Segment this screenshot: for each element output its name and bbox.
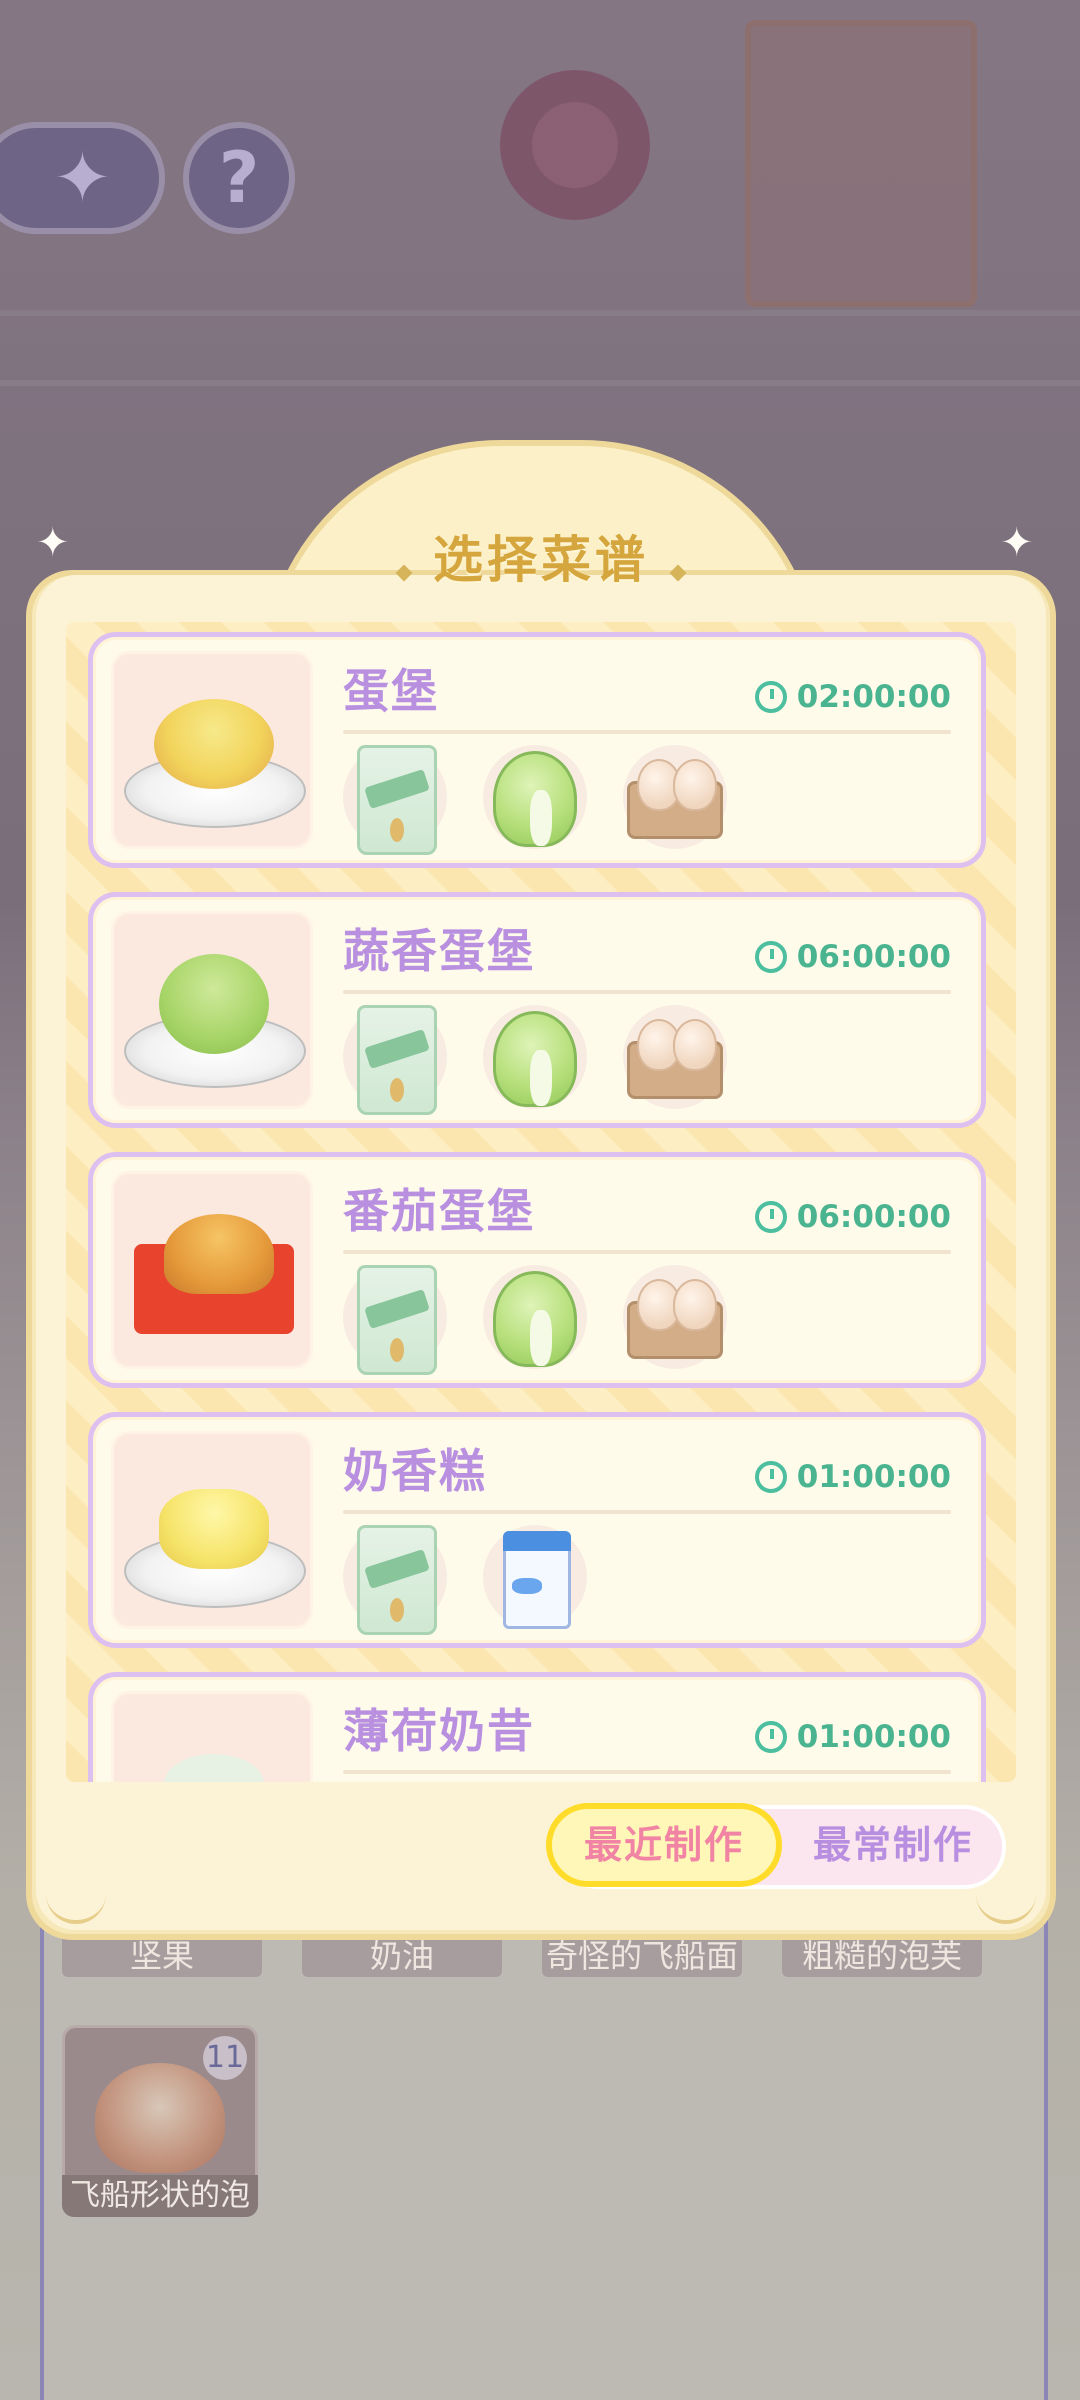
flour-icon xyxy=(343,1525,447,1635)
eggs-icon xyxy=(623,1265,727,1369)
recipe-time: 06:00:00 xyxy=(796,1199,951,1235)
ingredient-list xyxy=(343,745,763,855)
flour-icon xyxy=(343,745,447,855)
cabbage-icon xyxy=(483,745,587,849)
eggs-icon xyxy=(623,745,727,849)
recipe-card[interactable]: 蛋堡 02:00:00 xyxy=(88,632,986,868)
recipe-name: 番茄蛋堡 xyxy=(343,1184,535,1238)
milk-icon xyxy=(483,1525,587,1629)
recipe-time: 02:00:00 xyxy=(796,679,951,715)
clock-icon xyxy=(754,681,787,713)
question-mark-icon: ? xyxy=(218,137,260,219)
wall-line xyxy=(0,310,1080,316)
cream-puff-icon xyxy=(95,2063,225,2173)
help-button[interactable]: ? xyxy=(183,122,295,234)
recipe-card[interactable]: 番茄蛋堡 06:00:00 xyxy=(88,1152,986,1388)
veggie-burger-icon xyxy=(159,954,269,1054)
recipe-card[interactable]: 奶香糕 01:00:00 xyxy=(88,1412,986,1648)
recipe-timer: 01:00:00 xyxy=(754,1719,951,1755)
inventory-label: 奇怪的飞船面 xyxy=(542,1935,742,1977)
cabbage-icon xyxy=(483,1005,587,1109)
recipe-name: 薄荷奶昔 xyxy=(343,1704,535,1758)
recipe-timer: 02:00:00 xyxy=(754,679,951,715)
wall-medal-decoration xyxy=(500,70,650,220)
ingredient-list xyxy=(343,1265,763,1375)
wall-frame-decoration xyxy=(745,20,977,307)
ingredient-list xyxy=(343,1005,763,1115)
dialog-title: 选择菜谱 xyxy=(433,531,649,589)
recipe-time: 01:00:00 xyxy=(796,1459,951,1495)
sort-tab-bar: 最近制作 最常制作 xyxy=(546,1803,1006,1889)
compass-button[interactable]: ✦ xyxy=(0,122,165,234)
recipe-card[interactable]: 蔬香蛋堡 06:00:00 xyxy=(88,892,986,1128)
recipe-thumbnail xyxy=(111,911,313,1109)
inventory-label: 坚果 xyxy=(62,1935,262,1977)
milk-cake-icon xyxy=(159,1489,269,1569)
card-divider xyxy=(343,1510,951,1514)
tab-frequent[interactable]: 最常制作 xyxy=(788,1803,998,1887)
wall-line xyxy=(0,380,1080,386)
dialog-title-wrap: 选择菜谱 xyxy=(26,520,1056,592)
mint-milkshake-icon xyxy=(164,1754,264,1782)
recipe-time: 01:00:00 xyxy=(796,1719,951,1755)
recipe-time: 06:00:00 xyxy=(796,939,951,975)
inventory-item-label: 飞船形状的泡 xyxy=(62,2175,258,2217)
inventory-label: 奶油 xyxy=(302,1935,502,1977)
clock-icon xyxy=(754,941,787,973)
clock-icon xyxy=(754,1721,787,1753)
recipe-name: 奶香糕 xyxy=(343,1444,487,1498)
recipe-list[interactable]: 蛋堡 02:00:00 蔬香蛋堡 06:00:00 番茄蛋堡 06:00:00 … xyxy=(66,622,1016,1782)
recipe-name: 蛋堡 xyxy=(343,664,439,718)
item-count-badge: 11 xyxy=(203,2036,247,2080)
ingredient-list xyxy=(343,1525,623,1635)
clock-icon xyxy=(754,1461,787,1493)
cabbage-icon xyxy=(483,1265,587,1369)
recipe-thumbnail xyxy=(111,651,313,849)
flour-icon xyxy=(343,1265,447,1375)
title-ornament-icon xyxy=(395,564,413,581)
card-divider xyxy=(343,730,951,734)
tomato-burger-icon xyxy=(164,1214,274,1294)
card-divider xyxy=(343,1770,951,1774)
recipe-thumbnail xyxy=(111,1691,313,1782)
recipe-thumbnail xyxy=(111,1431,313,1629)
recipe-select-dialog: 选择菜谱 蛋堡 02:00:00 蔬香蛋堡 06:00:00 番茄蛋堡 06:0… xyxy=(26,440,1056,1940)
recipe-thumbnail xyxy=(111,1171,313,1369)
recipe-timer: 06:00:00 xyxy=(754,1199,951,1235)
card-divider xyxy=(343,990,951,994)
flour-icon xyxy=(343,1005,447,1115)
clock-icon xyxy=(754,1201,787,1233)
recipe-name: 蔬香蛋堡 xyxy=(343,924,535,978)
compass-star-icon: ✦ xyxy=(53,137,112,219)
card-divider xyxy=(343,1250,951,1254)
egg-burger-icon xyxy=(154,699,274,789)
recipe-card[interactable]: 薄荷奶昔 01:00:00 xyxy=(88,1672,986,1782)
recipe-timer: 06:00:00 xyxy=(754,939,951,975)
eggs-icon xyxy=(623,1005,727,1109)
title-ornament-icon xyxy=(669,564,687,581)
inventory-label: 粗糙的泡芙 xyxy=(782,1935,982,1977)
tab-recent[interactable]: 最近制作 xyxy=(546,1803,782,1887)
recipe-timer: 01:00:00 xyxy=(754,1459,951,1495)
